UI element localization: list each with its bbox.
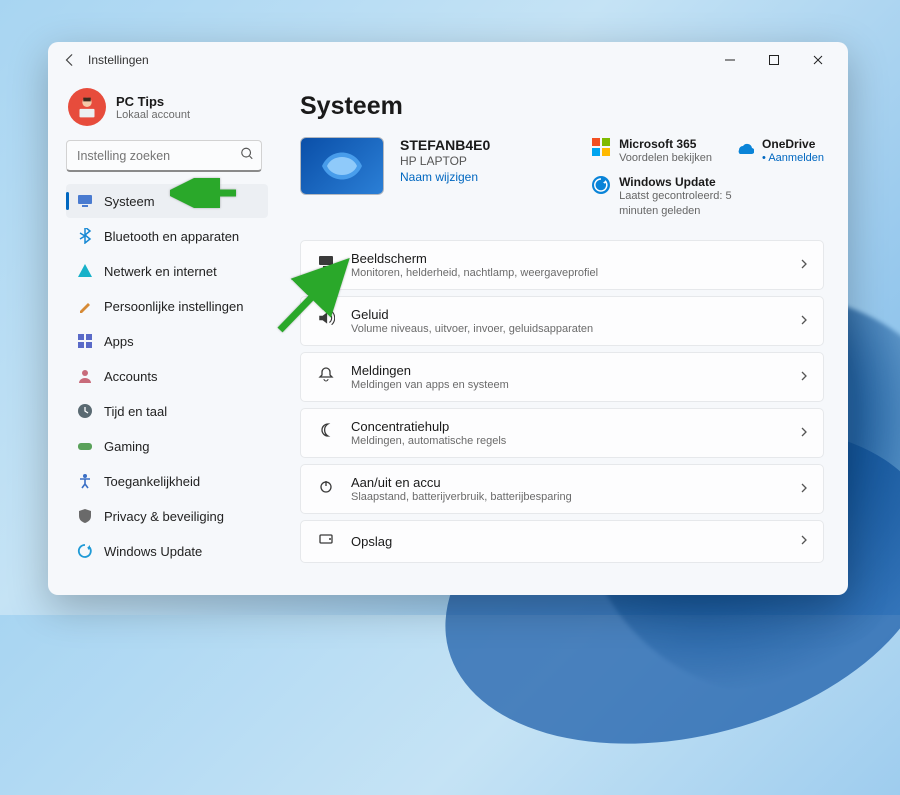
sidebar-item-windows-update[interactable]: Windows Update [66, 534, 268, 568]
card-title: Meldingen [351, 363, 785, 378]
sidebar-item-persoonlijke-instellingen[interactable]: Persoonlijke instellingen [66, 289, 268, 323]
card-sub: Slaapstand, batterijverbruik, batterijbe… [351, 491, 785, 503]
card-aan-uit-en-accu[interactable]: Aan/uit en accuSlaapstand, batterijverbr… [300, 464, 824, 514]
onedrive-icon [734, 137, 754, 157]
tile-update[interactable]: Windows Update Laatst gecontroleerd: 5 m… [591, 175, 741, 218]
page-title: Systeem [300, 92, 824, 121]
search-input[interactable] [66, 140, 262, 172]
chevron-right-icon [799, 368, 809, 386]
sidebar-item-label: Tijd en taal [104, 404, 167, 419]
minimize-button[interactable] [708, 42, 752, 78]
card-title: Aan/uit en accu [351, 475, 785, 490]
sidebar-item-label: Privacy & beveiliging [104, 509, 224, 524]
m365-icon [591, 137, 611, 157]
sidebar-item-label: Toegankelijkheid [104, 474, 200, 489]
card-concentratiehulp[interactable]: ConcentratiehulpMeldingen, automatische … [300, 408, 824, 458]
sidebar-item-netwerk-en-internet[interactable]: Netwerk en internet [66, 254, 268, 288]
sidebar-item-apps[interactable]: Apps [66, 324, 268, 358]
sidebar-item-privacy-beveiliging[interactable]: Privacy & beveiliging [66, 499, 268, 533]
nav: Systeem Bluetooth en apparaten Netwerk en … [66, 184, 268, 568]
sidebar-item-label: Netwerk en internet [104, 264, 217, 279]
apps-icon [76, 332, 94, 350]
card-title: Beeldscherm [351, 251, 785, 266]
monitor-icon [76, 192, 94, 210]
card-title: Opslag [351, 534, 785, 549]
pc-thumbnail [300, 137, 384, 195]
chevron-right-icon [799, 424, 809, 442]
card-geluid[interactable]: GeluidVolume niveaus, uitvoer, invoer, g… [300, 296, 824, 346]
sidebar-item-toegankelijkheid[interactable]: Toegankelijkheid [66, 464, 268, 498]
sidebar-item-gaming[interactable]: Gaming [66, 429, 268, 463]
back-button[interactable] [56, 46, 84, 74]
sidebar-item-label: Persoonlijke instellingen [104, 299, 243, 314]
update-icon [76, 542, 94, 560]
user-name: PC Tips [116, 94, 190, 109]
bell-icon [315, 366, 337, 387]
sidebar-item-label: Gaming [104, 439, 150, 454]
pc-name: STEFANB4E0 [400, 137, 490, 153]
sidebar-item-tijd-en-taal[interactable]: Tijd en taal [66, 394, 268, 428]
tile-m365[interactable]: Microsoft 365 Voordelen bekijken [591, 137, 712, 165]
clock-icon [76, 402, 94, 420]
search-icon [240, 147, 254, 166]
pc-model: HP LAPTOP [400, 154, 490, 168]
update-icon [591, 175, 611, 195]
settings-cards: BeeldschermMonitoren, helderheid, nachtl… [300, 240, 824, 563]
card-sub: Monitoren, helderheid, nachtlamp, weerga… [351, 267, 785, 279]
pc-info: STEFANB4E0 HP LAPTOP Naam wijzigen [400, 137, 490, 184]
titlebar: Instellingen [48, 42, 848, 78]
search-box[interactable] [66, 140, 262, 172]
user-block[interactable]: PC Tips Lokaal account [68, 88, 268, 126]
sidebar-item-systeem[interactable]: Systeem [66, 184, 268, 218]
card-sub: Meldingen, automatische regels [351, 435, 785, 447]
user-sub: Lokaal account [116, 109, 190, 121]
monitor-icon [315, 254, 337, 275]
card-sub: Meldingen van apps en systeem [351, 379, 785, 391]
bluetooth-icon [76, 227, 94, 245]
card-beeldscherm[interactable]: BeeldschermMonitoren, helderheid, nachtl… [300, 240, 824, 290]
avatar [68, 88, 106, 126]
card-title: Concentratiehulp [351, 419, 785, 434]
tile-onedrive[interactable]: OneDrive • Aanmelden [734, 137, 824, 165]
maximize-button[interactable] [752, 42, 796, 78]
sidebar-item-label: Apps [104, 334, 134, 349]
storage-icon [315, 531, 337, 552]
moon-icon [315, 422, 337, 443]
main-content: Systeem STEFANB4E0 HP LAPTOP Naam wijzig… [278, 78, 848, 595]
card-title: Geluid [351, 307, 785, 322]
card-sub: Volume niveaus, uitvoer, invoer, geluids… [351, 323, 785, 335]
card-opslag[interactable]: Opslag [300, 520, 824, 563]
brush-icon [76, 297, 94, 315]
gamepad-icon [76, 437, 94, 455]
power-icon [315, 478, 337, 499]
sidebar-item-label: Windows Update [104, 544, 202, 559]
settings-window: Instellingen PC Tips Lokaal account [48, 42, 848, 595]
person-icon [76, 367, 94, 385]
sidebar-item-bluetooth-en-apparaten[interactable]: Bluetooth en apparaten [66, 219, 268, 253]
sidebar-item-label: Accounts [104, 369, 157, 384]
sidebar: PC Tips Lokaal account Systeem Bluetooth … [48, 78, 278, 595]
accessibility-icon [76, 472, 94, 490]
shield-icon [76, 507, 94, 525]
rename-link[interactable]: Naam wijzigen [400, 170, 490, 184]
sidebar-item-label: Systeem [104, 194, 155, 209]
chevron-right-icon [799, 480, 809, 498]
close-button[interactable] [796, 42, 840, 78]
sidebar-item-label: Bluetooth en apparaten [104, 229, 239, 244]
chevron-right-icon [799, 312, 809, 330]
volume-icon [315, 309, 337, 332]
window-title: Instellingen [88, 53, 149, 67]
chevron-right-icon [799, 532, 809, 550]
card-meldingen[interactable]: MeldingenMeldingen van apps en systeem [300, 352, 824, 402]
wifi-icon [76, 262, 94, 280]
sidebar-item-accounts[interactable]: Accounts [66, 359, 268, 393]
chevron-right-icon [799, 256, 809, 274]
